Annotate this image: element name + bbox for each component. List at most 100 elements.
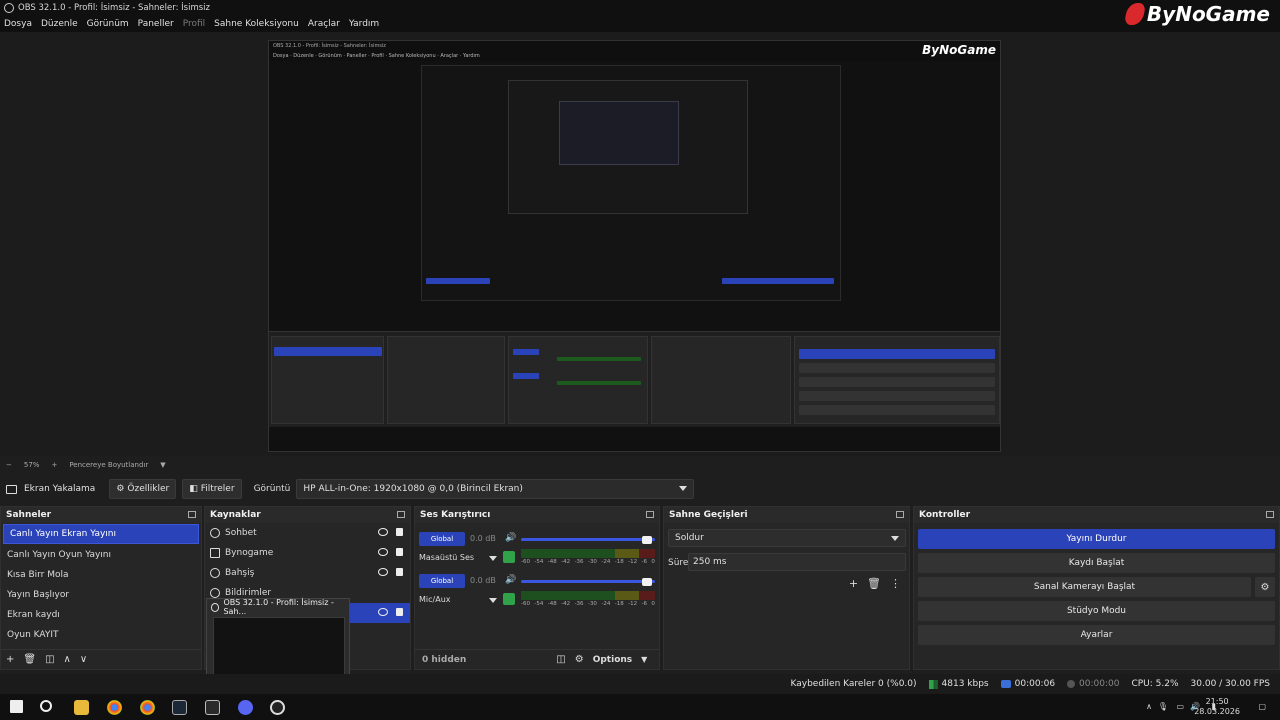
move-up-icon[interactable]: ∧ <box>64 654 71 665</box>
headphones-icon[interactable] <box>503 551 515 563</box>
preview-area: OBS 32.1.0 - Profil: İsimsiz - Sahneler:… <box>0 32 1280 456</box>
scene-filters-icon[interactable]: ◫ <box>45 654 54 665</box>
channel-name: Masaüstü Ses <box>419 553 475 562</box>
options-button[interactable]: Options <box>593 655 632 665</box>
preview-mini-brand: ByNoGame <box>922 43 996 57</box>
scene-item[interactable]: Canlı Yayın Oyun Yayını <box>1 545 201 565</box>
network-icon[interactable]: ▭ <box>1176 702 1184 711</box>
menu-gorunum[interactable]: Görünüm <box>87 19 129 29</box>
obs-icon[interactable] <box>270 700 285 715</box>
volume-slider-knob[interactable] <box>642 536 652 544</box>
discord-icon[interactable] <box>238 700 253 715</box>
chevron-down-icon[interactable] <box>489 556 497 561</box>
filters-button[interactable]: ◧ Filtreler <box>182 479 242 499</box>
eye-icon[interactable] <box>378 568 388 576</box>
chrome-icon[interactable] <box>107 700 122 715</box>
zoom-dropdown-icon[interactable]: ▼ <box>160 461 165 469</box>
notification-icon[interactable]: ▢ <box>1258 702 1266 711</box>
source-item[interactable]: Bahşiş <box>205 563 410 583</box>
taskbar-clock[interactable]: 21:50 28.03.2026 <box>1194 697 1240 717</box>
menu-paneller[interactable]: Paneller <box>138 19 174 29</box>
global-badge[interactable]: Global <box>419 574 465 588</box>
duration-input[interactable]: 250 ms <box>688 553 906 571</box>
start-virtual-camera-button[interactable]: Sanal Kamerayı Başlat <box>918 577 1251 597</box>
preview-mini-stop-button <box>722 278 834 284</box>
chrome-icon[interactable] <box>140 700 155 715</box>
preview-mini-meter-2 <box>557 381 641 385</box>
speaker-icon[interactable]: 🔊 <box>505 575 516 585</box>
studio-mode-button[interactable]: Stüdyo Modu <box>918 601 1275 621</box>
windows-start-icon[interactable] <box>10 700 23 713</box>
transition-select[interactable]: Soldur <box>668 529 906 547</box>
zoom-in-button[interactable]: + <box>51 461 57 469</box>
scene-item[interactable]: Yayın Başlıyor <box>1 585 201 605</box>
undock-icon[interactable] <box>1266 511 1274 518</box>
eye-icon[interactable] <box>378 548 388 556</box>
undock-icon[interactable] <box>397 511 405 518</box>
lock-icon[interactable] <box>396 568 403 576</box>
meter-tick: -42 <box>561 559 571 565</box>
source-item[interactable]: Sohbet <box>205 523 410 543</box>
add-transition-icon[interactable]: + <box>849 577 858 590</box>
headphones-icon[interactable] <box>503 593 515 605</box>
transition-select-value: Soldur <box>675 533 704 543</box>
mixer-layout-icon[interactable]: ◫ <box>556 654 565 665</box>
meter-tick: -18 <box>614 601 624 607</box>
steam-icon[interactable] <box>172 700 187 715</box>
move-down-icon[interactable]: ∨ <box>80 654 87 665</box>
delete-transition-icon[interactable]: 🗑 <box>867 577 881 590</box>
volume-slider-knob[interactable] <box>642 578 652 586</box>
lock-icon[interactable] <box>396 608 403 616</box>
start-recording-button[interactable]: Kaydı Başlat <box>918 553 1275 573</box>
more-options-icon[interactable]: ⋮ <box>890 577 901 590</box>
source-item[interactable]: Bynogame <box>205 543 410 563</box>
stop-streaming-button[interactable]: Yayını Durdur <box>918 529 1275 549</box>
tray-chevron-up-icon[interactable]: ∧ <box>1146 702 1152 711</box>
scene-item[interactable]: Oyun KAYIT <box>1 625 201 645</box>
eye-icon[interactable] <box>378 608 388 616</box>
menu-sahne-koleksiyonu[interactable]: Sahne Koleksiyonu <box>214 19 299 29</box>
properties-button[interactable]: ⚙ Özellikler <box>109 479 177 499</box>
mixer-advanced-icon[interactable]: ⚙ <box>575 654 584 665</box>
file-explorer-icon[interactable] <box>74 700 89 715</box>
meter-scale: -60 -54 -48 -42 -36 -30 -24 -18 -12 -6 0 <box>521 601 655 607</box>
delete-scene-icon[interactable]: 🗑 <box>23 654 36 665</box>
audio-meter <box>521 549 655 558</box>
virtual-camera-settings-icon[interactable]: ⚙ <box>1255 577 1275 597</box>
source-item-label: Bynogame <box>225 548 274 558</box>
scene-item[interactable]: Canlı Yayın Ekran Yayını <box>3 524 199 544</box>
program-preview[interactable]: OBS 32.1.0 - Profil: İsimsiz - Sahneler:… <box>268 40 1001 452</box>
sources-dock-header: Kaynaklar <box>205 507 410 523</box>
scene-item[interactable]: Ekran kaydı <box>1 605 201 625</box>
undock-icon[interactable] <box>896 511 904 518</box>
fit-to-window[interactable]: Pencereye Boyutlandır <box>69 461 148 469</box>
zoom-out-button[interactable]: − <box>6 461 12 469</box>
menu-yardim[interactable]: Yardım <box>349 19 379 29</box>
volume-slider[interactable] <box>521 580 655 583</box>
undock-icon[interactable] <box>188 511 196 518</box>
menu-duzenle[interactable]: Düzenle <box>41 19 78 29</box>
channel-name: Mic/Aux <box>419 595 451 604</box>
add-scene-icon[interactable]: + <box>6 654 14 665</box>
scenes-dock-footer: + 🗑 ◫ ∧ ∨ <box>1 649 201 669</box>
selected-source-name: Ekran Yakalama <box>24 484 96 494</box>
chevron-down-icon[interactable]: ▼ <box>641 655 647 664</box>
speaker-icon[interactable]: 🔊 <box>505 533 516 543</box>
display-select[interactable]: HP ALL-in-One: 1920x1080 @ 0,0 (Birincil… <box>296 479 695 499</box>
brand-name: ByNoGame <box>1146 2 1270 26</box>
search-icon[interactable] <box>40 700 52 712</box>
volume-slider[interactable] <box>521 538 655 541</box>
epic-games-icon[interactable] <box>205 700 220 715</box>
settings-button[interactable]: Ayarlar <box>918 625 1275 645</box>
undock-icon[interactable] <box>646 511 654 518</box>
lock-icon[interactable] <box>396 548 403 556</box>
microphone-icon[interactable]: 🎙 <box>1158 702 1168 711</box>
menu-araclar[interactable]: Araçlar <box>308 19 340 29</box>
eye-icon[interactable] <box>378 528 388 536</box>
live-status: 00:00:06 <box>1000 679 1055 689</box>
scene-item[interactable]: Kısa Birr Mola <box>1 565 201 585</box>
menu-dosya[interactable]: Dosya <box>4 19 32 29</box>
lock-icon[interactable] <box>396 528 403 536</box>
global-badge[interactable]: Global <box>419 532 465 546</box>
chevron-down-icon[interactable] <box>489 598 497 603</box>
